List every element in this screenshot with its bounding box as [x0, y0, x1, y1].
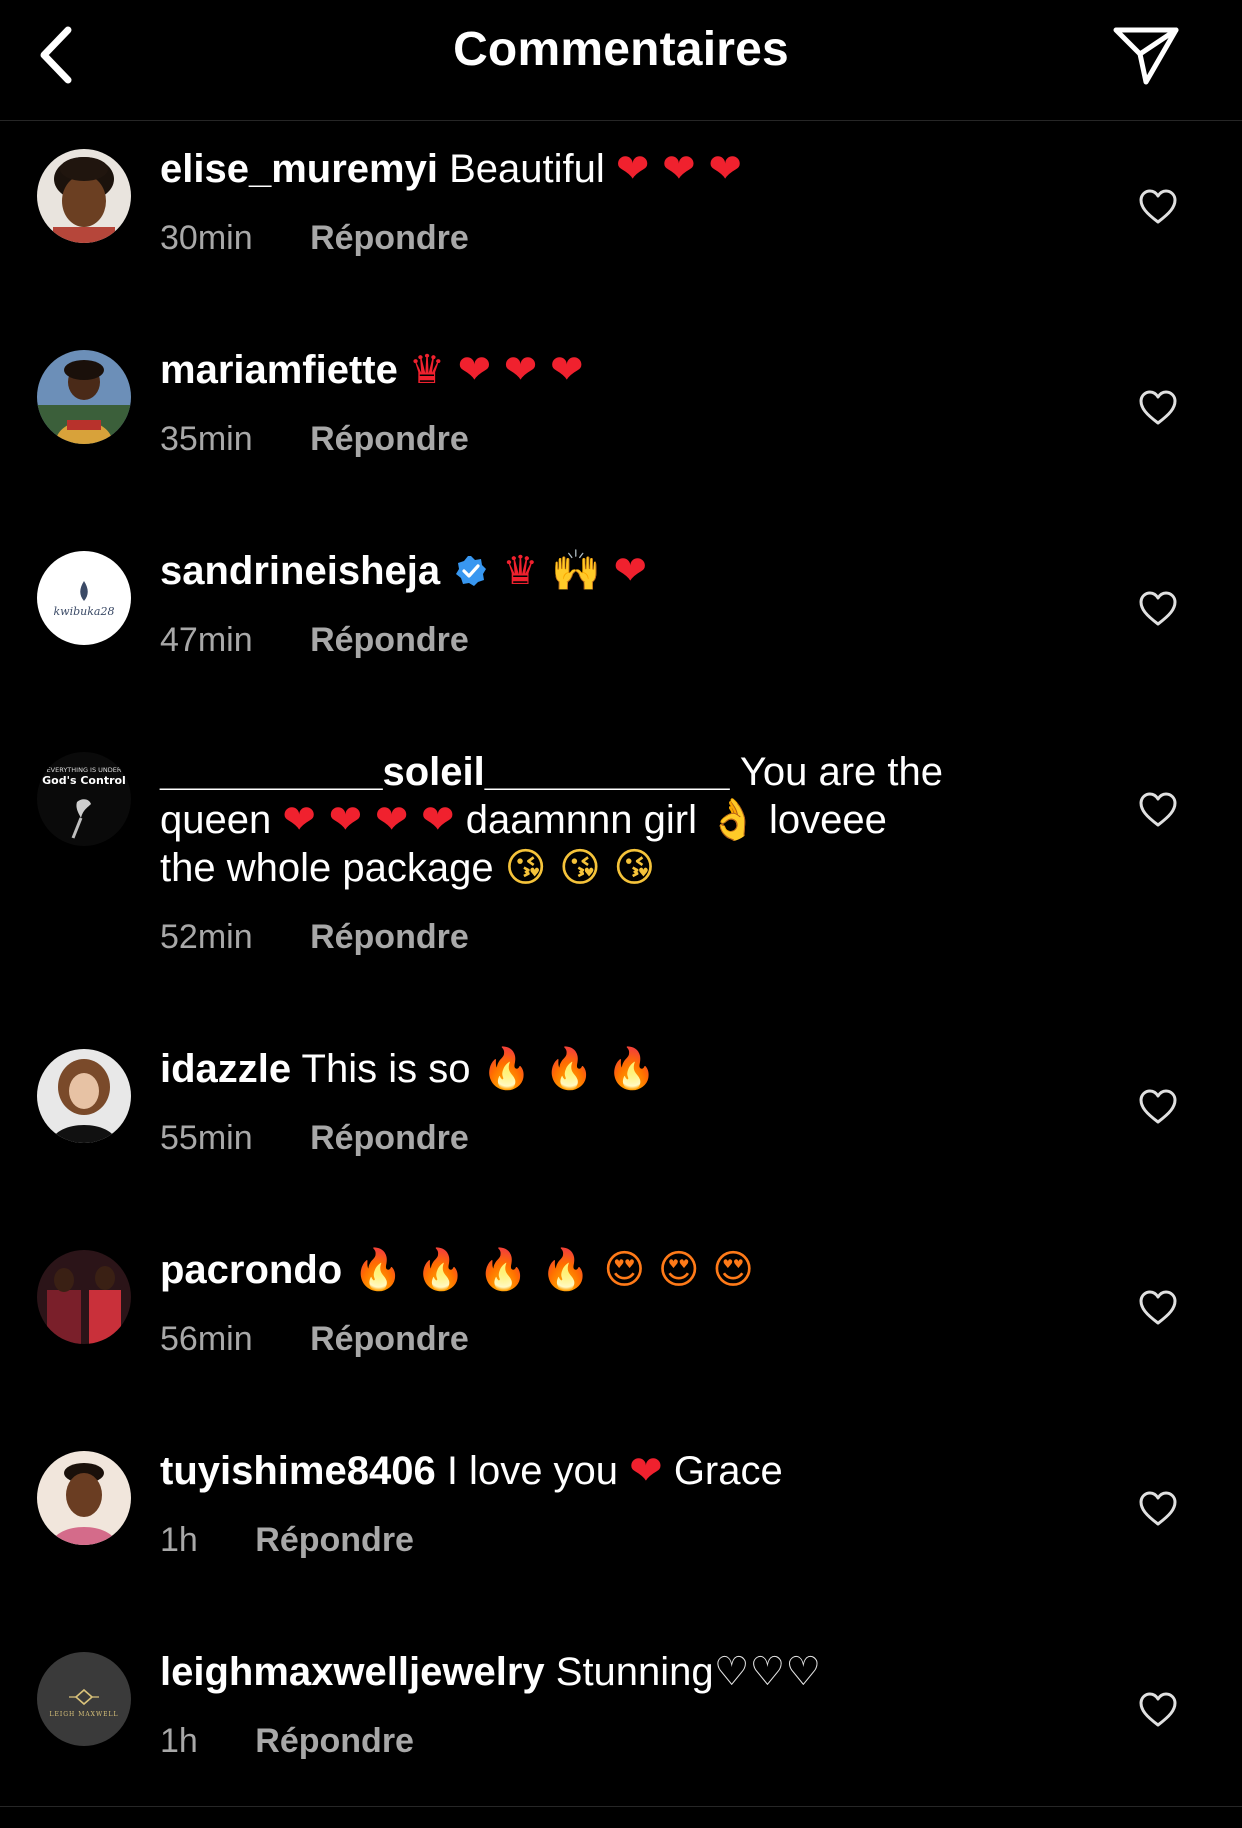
comment-meta: 52min Répondre [160, 918, 469, 957]
share-direct-icon[interactable] [1110, 24, 1182, 88]
comment-time: 52min [160, 918, 253, 956]
comment-text: mariamfiette ♛ ❤ ❤ ❤ [160, 346, 1060, 394]
avatar[interactable] [37, 1451, 131, 1545]
like-heart-icon[interactable] [1138, 189, 1178, 225]
comment-username[interactable]: pacrondo [160, 1248, 342, 1292]
reply-button[interactable]: Répondre [255, 1521, 414, 1560]
like-heart-icon[interactable] [1138, 1692, 1178, 1728]
like-heart-icon[interactable] [1138, 1491, 1178, 1527]
like-heart-icon[interactable] [1138, 1290, 1178, 1326]
comment-text: __________soleil___________ You are the … [160, 748, 1060, 892]
gods-control-logo-top: EVERYTHING IS UNDER [47, 766, 122, 774]
avatar[interactable]: LEIGH MAXWELL [37, 1652, 131, 1746]
leigh-maxwell-logo-text: LEIGH MAXWELL [50, 1711, 119, 1718]
gods-control-logo-bottom: God's Control [42, 774, 126, 787]
bottom-divider [0, 1806, 1242, 1807]
white-heart-emojis: ♡♡♡ [713, 1649, 822, 1695]
red-heart-emojis: ❤ ❤ ❤ [615, 146, 742, 192]
kwibuka-logo-text: kwibuka28 [54, 605, 115, 618]
avatar[interactable] [37, 350, 131, 444]
comment-text: tuyishime8406 I love you ❤ Grace [160, 1447, 1060, 1495]
fire-emojis: 🔥 🔥 🔥 [481, 1046, 657, 1092]
comment-meta: 1h Répondre [160, 1722, 414, 1761]
comment-time: 35min [160, 420, 253, 458]
comment-username[interactable]: mariamfiette [160, 348, 398, 392]
comment-meta: 35min Répondre [160, 420, 469, 459]
red-heart-emoji: ❤ [629, 1448, 663, 1494]
comment-message: Beautiful [449, 147, 605, 191]
comment-time: 1h [160, 1722, 198, 1760]
reply-button[interactable]: Répondre [310, 1320, 469, 1359]
kissing-face-emojis: 😘 😘 😘 [504, 845, 656, 891]
like-heart-icon[interactable] [1138, 591, 1178, 627]
comment-message: This is so [301, 1047, 471, 1091]
comment-username[interactable]: idazzle [160, 1047, 291, 1091]
avatar[interactable]: EVERYTHING IS UNDER God's Control [37, 752, 131, 846]
header-bar: Commentaires [0, 0, 1242, 121]
comment-username[interactable]: tuyishime8406 [160, 1449, 436, 1493]
comment-meta: 1h Répondre [160, 1521, 414, 1560]
avatar[interactable] [37, 149, 131, 243]
comment-text: leighmaxwelljewelry Stunning♡♡♡ [160, 1648, 1060, 1696]
comment-text: idazzle This is so 🔥 🔥 🔥 [160, 1045, 1060, 1093]
comment-time: 30min [160, 219, 253, 257]
comment-message: queen [160, 798, 272, 842]
comment-username[interactable]: sandrineisheja [160, 549, 440, 593]
like-heart-icon[interactable] [1138, 390, 1178, 426]
comment-message: I love you [446, 1449, 619, 1493]
reply-button[interactable]: Répondre [255, 1722, 414, 1761]
comment-message: the whole package [160, 846, 494, 890]
comment-text: sandrineisheja ♛ 🙌 ❤ [160, 547, 1060, 595]
comment-time: 47min [160, 621, 253, 659]
like-heart-icon[interactable] [1138, 1089, 1178, 1125]
avatar[interactable] [37, 1049, 131, 1143]
comment-text: elise_muremyi Beautiful ❤ ❤ ❤ [160, 145, 1060, 193]
comment-username[interactable]: leighmaxwelljewelry [160, 1650, 545, 1694]
like-heart-icon[interactable] [1138, 792, 1178, 828]
comment-time: 1h [160, 1521, 198, 1559]
ok-hand-emoji: 👌 [708, 797, 758, 843]
comment-message: You are the [739, 750, 943, 794]
reply-button[interactable]: Répondre [310, 219, 469, 258]
reply-button[interactable]: Répondre [310, 1119, 469, 1158]
page-title: Commentaires [453, 23, 789, 76]
reply-button[interactable]: Répondre [310, 420, 469, 459]
verified-badge-icon [455, 550, 487, 586]
comment-username[interactable]: elise_muremyi [160, 147, 438, 191]
comment-username[interactable]: __________soleil___________ [160, 750, 729, 794]
comment-time: 55min [160, 1119, 253, 1157]
comment-message: loveee [769, 798, 887, 842]
comment-meta: 30min Répondre [160, 219, 469, 258]
comment-text: pacrondo 🔥 🔥 🔥 🔥 😍 😍 😍 [160, 1246, 1060, 1294]
comment-message: Grace [673, 1449, 783, 1493]
crown-and-heart-emojis: ♛ ❤ ❤ ❤ [409, 347, 584, 393]
comment-meta: 55min Répondre [160, 1119, 469, 1158]
avatar[interactable]: kwibuka28 [37, 551, 131, 645]
reply-button[interactable]: Répondre [310, 918, 469, 957]
comment-meta: 56min Répondre [160, 1320, 469, 1359]
comment-message: daamnnn girl [465, 798, 697, 842]
fire-and-heart-eyes-emojis: 🔥 🔥 🔥 🔥 😍 😍 😍 [353, 1247, 754, 1293]
comment-message: Stunning [555, 1650, 714, 1694]
crown-hands-heart-emojis: ♛ 🙌 ❤ [502, 548, 647, 594]
comment-time: 56min [160, 1320, 253, 1358]
red-heart-emojis: ❤ ❤ ❤ ❤ [282, 797, 455, 843]
reply-button[interactable]: Répondre [310, 621, 469, 660]
avatar[interactable] [37, 1250, 131, 1344]
comment-meta: 47min Répondre [160, 621, 469, 660]
